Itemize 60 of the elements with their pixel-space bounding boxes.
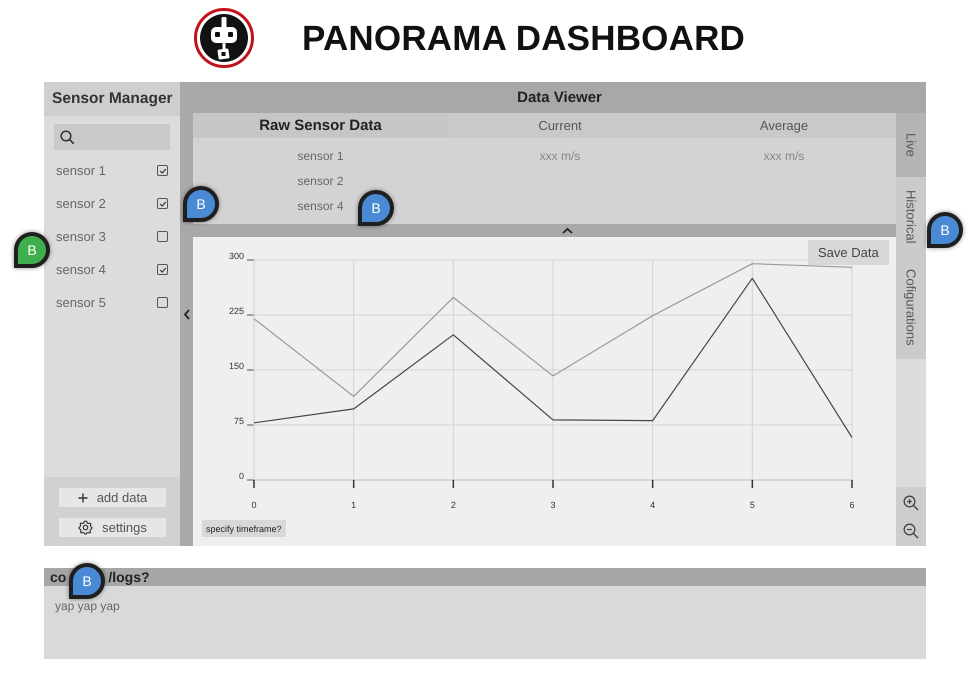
checkbox[interactable] <box>157 198 168 209</box>
checkmark-icon <box>158 266 166 274</box>
table-cell: sensor 2 <box>297 174 344 188</box>
checkbox[interactable] <box>157 297 168 308</box>
axis-label: 0 <box>238 471 244 481</box>
axis-label: 75 <box>234 416 244 426</box>
axis-label: 6 <box>850 500 854 510</box>
axis-label: 0 <box>252 500 256 510</box>
axis-label: 300 <box>228 251 244 261</box>
chevron-left-icon <box>182 308 190 320</box>
axis-label: 225 <box>228 306 244 316</box>
console-title: /logs? <box>108 569 150 585</box>
log-text: yap yap yap <box>55 599 120 613</box>
search-icon <box>60 130 74 144</box>
robot-logo <box>194 8 254 68</box>
axis-label: 3 <box>550 500 556 510</box>
checkmark-icon <box>158 166 166 174</box>
add-button[interactable]: add data <box>59 488 166 507</box>
expand-handle[interactable] <box>193 224 896 237</box>
chevron-up-icon <box>562 226 573 234</box>
sensor-name: sensor 3 <box>56 229 106 244</box>
comment-pin[interactable]: B <box>69 563 105 599</box>
app-title: PANORAMA DASHBOARD <box>302 20 746 56</box>
checkbox[interactable] <box>157 264 168 275</box>
sensor-name: sensor 4 <box>56 262 106 277</box>
comment-pin[interactable]: B <box>14 232 50 268</box>
side-tab[interactable]: Live <box>896 113 926 177</box>
plus-icon <box>78 492 88 502</box>
axis-label: 4 <box>650 500 656 510</box>
column-header: Average <box>672 113 896 138</box>
settings-button[interactable]: settings <box>59 518 166 537</box>
gear-icon <box>78 520 94 535</box>
axis-label: 5 <box>750 500 755 510</box>
sensor-name: sensor 2 <box>56 196 106 211</box>
checkbox[interactable] <box>157 165 168 176</box>
checkbox[interactable] <box>157 231 168 242</box>
timeframe-button[interactable]: specify timeframe? <box>202 520 286 537</box>
sensor-name: sensor 5 <box>56 295 106 310</box>
comment-pin[interactable]: B <box>927 212 963 248</box>
side-tab[interactable]: Cofigurations <box>896 256 926 360</box>
side-tab[interactable]: Historical <box>896 177 926 256</box>
checkmark-icon <box>158 200 166 208</box>
sidebar-title: Sensor Manager <box>44 82 180 116</box>
axis-label: 2 <box>450 500 456 510</box>
table-cell: xxx m/s <box>540 148 580 162</box>
search-field[interactable] <box>54 124 170 150</box>
table-cell: sensor 1 <box>297 148 344 162</box>
console-title: co <box>50 569 66 585</box>
column-header: Raw Sensor Data <box>193 113 448 138</box>
table-cell: xxx m/s <box>764 148 804 162</box>
column-header: Current <box>448 113 672 138</box>
zoom-in-icon[interactable] <box>903 494 919 510</box>
table-cell: sensor 4 <box>297 198 344 212</box>
panel-title: Data Viewer <box>193 82 926 113</box>
axis-label: 150 <box>228 361 244 371</box>
collapse-handle[interactable] <box>180 82 193 546</box>
save-data-button[interactable]: Save Data <box>808 240 889 265</box>
sensor-name: sensor 1 <box>56 163 106 178</box>
zoom-out-icon[interactable] <box>903 522 919 538</box>
axis-label: 1 <box>351 500 356 510</box>
